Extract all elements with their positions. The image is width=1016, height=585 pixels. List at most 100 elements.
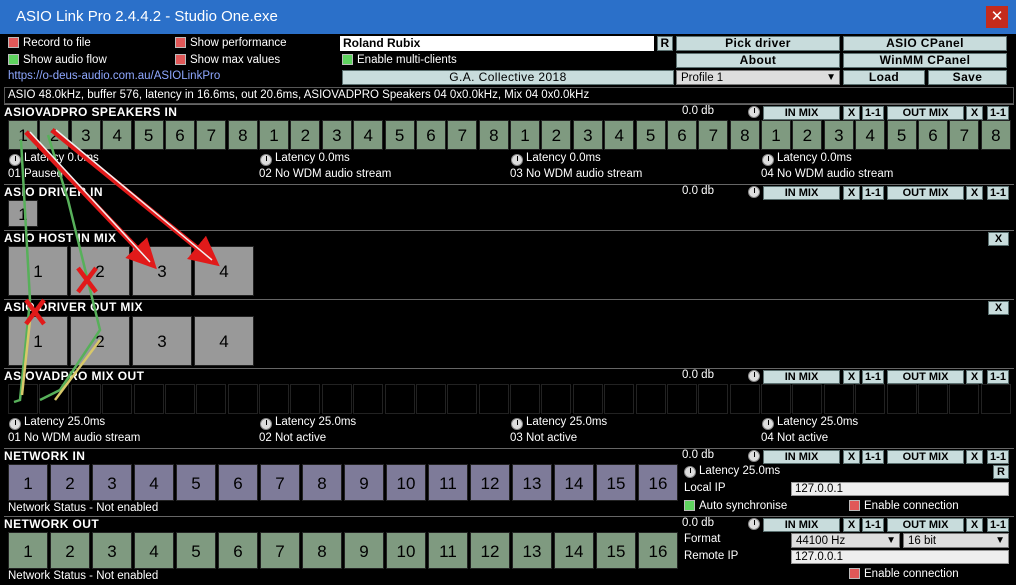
format-select[interactable]: 44100 Hz ▼: [791, 533, 900, 548]
channel-cell[interactable]: 7: [949, 120, 980, 150]
channel-cell[interactable]: 8: [980, 120, 1011, 150]
save-button[interactable]: Save: [928, 70, 1007, 85]
channel-cell[interactable]: 15: [596, 464, 636, 501]
channel-cell[interactable]: 3: [132, 316, 192, 366]
in-mix-close-button[interactable]: X: [843, 106, 860, 120]
in-mix-one-to-one-button[interactable]: 1-1: [862, 450, 884, 464]
auto-synchronise-checkbox[interactable]: Auto synchronise: [684, 499, 787, 513]
channel-cell[interactable]: 5: [384, 120, 415, 150]
collective-button[interactable]: G.A. Collective 2018: [342, 70, 674, 85]
channel-cell[interactable]: 3: [823, 120, 854, 150]
channel-cell[interactable]: 1: [8, 464, 48, 501]
out-mix-button[interactable]: OUT MIX: [887, 186, 964, 200]
channel-cell[interactable]: 7: [196, 384, 227, 414]
out-mix-close-button[interactable]: X: [966, 370, 983, 384]
channel-cell[interactable]: 5: [176, 532, 216, 569]
channel-cell[interactable]: 2: [541, 384, 572, 414]
channel-cell[interactable]: 4: [353, 120, 384, 150]
website-link[interactable]: https://o-deus-audio.com.au/ASIOLinkPro: [8, 70, 220, 82]
channel-cell[interactable]: 2: [290, 120, 321, 150]
channel-cell[interactable]: 13: [512, 532, 552, 569]
channel-cell[interactable]: 5: [176, 464, 216, 501]
latency-knob-icon[interactable]: [762, 154, 774, 166]
channel-cell[interactable]: 1: [761, 384, 791, 414]
show-max-values-checkbox[interactable]: Show max values: [175, 53, 280, 67]
channel-cell[interactable]: 2: [39, 384, 70, 414]
in-mix-close-button[interactable]: X: [843, 518, 860, 532]
channel-cell[interactable]: 2: [792, 384, 823, 414]
channel-cell[interactable]: 12: [470, 464, 510, 501]
out-mix-close-button[interactable]: X: [966, 518, 983, 532]
channel-cell[interactable]: 5: [886, 120, 917, 150]
out-mix-button[interactable]: OUT MIX: [887, 518, 964, 532]
in-mix-button[interactable]: IN MIX: [763, 518, 840, 532]
show-performance-checkbox[interactable]: Show performance: [175, 36, 287, 50]
asio-cpanel-button[interactable]: ASIO CPanel: [843, 36, 1007, 51]
in-mix-button[interactable]: IN MIX: [763, 450, 840, 464]
channel-cell[interactable]: 4: [134, 532, 174, 569]
bits-select[interactable]: 16 bit ▼: [903, 533, 1009, 548]
remote-ip-field[interactable]: 127.0.0.1: [791, 550, 1009, 564]
channel-cell[interactable]: 3: [70, 120, 101, 150]
out-mix-button[interactable]: OUT MIX: [887, 450, 964, 464]
channel-cell[interactable]: 4: [194, 316, 254, 366]
channel-cell[interactable]: 1: [8, 316, 68, 366]
channel-cell[interactable]: 4: [194, 246, 254, 296]
channel-cell[interactable]: 2: [541, 120, 572, 150]
channel-cell[interactable]: 3: [321, 120, 352, 150]
volume-knob-icon[interactable]: [748, 450, 760, 462]
channel-cell[interactable]: 6: [165, 384, 195, 414]
channel-cell[interactable]: 9: [344, 532, 384, 569]
latency-knob-icon[interactable]: [684, 466, 696, 478]
volume-knob-icon[interactable]: [748, 106, 760, 118]
channel-cell[interactable]: 7: [260, 532, 300, 569]
channel-cell[interactable]: 1: [8, 246, 68, 296]
channel-cell[interactable]: 6: [165, 120, 195, 150]
channel-cell[interactable]: 7: [196, 120, 227, 150]
channel-cell[interactable]: 8: [980, 384, 1011, 414]
volume-knob-icon[interactable]: [748, 518, 760, 530]
channel-cell[interactable]: 14: [554, 532, 594, 569]
channel-cell[interactable]: 11: [428, 532, 468, 569]
local-ip-field[interactable]: 127.0.0.1: [791, 482, 1009, 496]
latency-knob-icon[interactable]: [260, 418, 272, 430]
in-mix-one-to-one-button[interactable]: 1-1: [862, 370, 884, 384]
out-mix-one-to-one-button[interactable]: 1-1: [987, 450, 1009, 464]
channel-cell[interactable]: 2: [39, 120, 70, 150]
in-mix-button[interactable]: IN MIX: [763, 106, 840, 120]
in-mix-close-button[interactable]: X: [843, 450, 860, 464]
channel-cell[interactable]: 7: [949, 384, 980, 414]
in-mix-one-to-one-button[interactable]: 1-1: [862, 518, 884, 532]
channel-cell[interactable]: 4: [604, 384, 635, 414]
channel-cell[interactable]: 1: [510, 384, 540, 414]
channel-cell[interactable]: 12: [470, 532, 510, 569]
channel-cell[interactable]: 5: [635, 384, 666, 414]
channel-cell[interactable]: 2: [70, 316, 130, 366]
out-mix-close-button[interactable]: X: [966, 450, 983, 464]
channel-cell[interactable]: 13: [512, 464, 552, 501]
channel-cell[interactable]: 4: [604, 120, 635, 150]
winmm-cpanel-button[interactable]: WinMM CPanel: [843, 53, 1007, 68]
channel-cell[interactable]: 8: [478, 120, 509, 150]
channel-cell[interactable]: 1: [259, 384, 289, 414]
channel-cell[interactable]: 3: [823, 384, 854, 414]
channel-cell[interactable]: 6: [667, 384, 697, 414]
latency-knob-icon[interactable]: [511, 418, 523, 430]
out-mix-one-to-one-button[interactable]: 1-1: [987, 186, 1009, 200]
section-close-button[interactable]: X: [988, 232, 1009, 246]
channel-cell[interactable]: 6: [416, 384, 446, 414]
channel-cell[interactable]: 5: [886, 384, 917, 414]
channel-cell[interactable]: 1: [8, 200, 38, 227]
in-mix-close-button[interactable]: X: [843, 186, 860, 200]
latency-knob-icon[interactable]: [9, 154, 21, 166]
channel-cell[interactable]: 11: [428, 464, 468, 501]
channel-cell[interactable]: 6: [667, 120, 697, 150]
out-mix-one-to-one-button[interactable]: 1-1: [987, 106, 1009, 120]
out-mix-button[interactable]: OUT MIX: [887, 370, 964, 384]
channel-cell[interactable]: 7: [260, 464, 300, 501]
channel-cell[interactable]: 7: [698, 384, 729, 414]
channel-cell[interactable]: 8: [729, 384, 760, 414]
channel-cell[interactable]: 5: [133, 384, 164, 414]
channel-cell[interactable]: 5: [635, 120, 666, 150]
enable-connection-checkbox[interactable]: Enable connection: [849, 567, 959, 581]
